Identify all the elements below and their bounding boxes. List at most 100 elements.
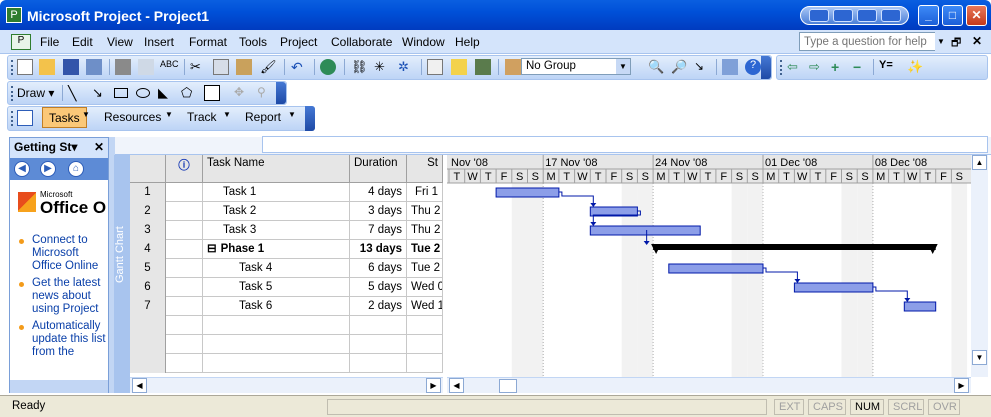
minimize-button[interactable]: _ (918, 5, 939, 26)
format-painter-icon[interactable]: 🖌 (260, 59, 277, 75)
close-doc-icon[interactable]: ✕ (972, 34, 982, 48)
menu-view[interactable]: View (107, 35, 133, 49)
duration-cell[interactable]: 5 days (350, 278, 407, 297)
toolbar-options-icon[interactable] (276, 82, 286, 104)
publish-icon[interactable] (505, 59, 521, 75)
table-row[interactable] (130, 316, 443, 335)
document-icon[interactable]: P (11, 34, 31, 50)
chevron-down-icon[interactable]: ▼ (223, 110, 231, 119)
split-task-icon[interactable]: ✲ (398, 59, 414, 75)
row-id[interactable]: 6 (130, 278, 166, 297)
hyperlink-icon[interactable] (320, 59, 336, 75)
start-cell[interactable] (407, 354, 443, 373)
pill-menu-icon[interactable] (833, 9, 853, 22)
resources-button[interactable]: Resources (98, 107, 167, 128)
line-icon[interactable]: ╲ (68, 85, 84, 101)
rectangle-icon[interactable] (114, 88, 128, 98)
collapse-icon[interactable]: ⊟ (207, 243, 217, 255)
copy-icon[interactable] (213, 59, 229, 75)
start-cell[interactable]: Fri 1 (407, 183, 443, 202)
row-id[interactable] (130, 354, 166, 373)
pill-pin-icon[interactable] (881, 9, 901, 22)
chevron-down-icon[interactable]: ▼ (165, 110, 173, 119)
scroll-right-icon[interactable]: ▶ (426, 378, 441, 393)
help-icon[interactable]: ? (745, 59, 761, 75)
chevron-down-icon[interactable]: ▼ (288, 110, 296, 119)
draw-menu-button[interactable]: Draw ▾ (17, 86, 54, 100)
row-id[interactable] (130, 316, 166, 335)
scroll-left-icon[interactable]: ◀ (132, 378, 147, 393)
row-id[interactable]: 5 (130, 259, 166, 278)
table-row[interactable]: 3 Task 37 days Thu 2 (130, 221, 443, 240)
menu-format[interactable]: Format (189, 35, 227, 49)
arc-icon[interactable]: ◣ (158, 85, 174, 101)
row-id[interactable]: 2 (130, 202, 166, 221)
task-name-cell[interactable]: Task 5 (203, 278, 350, 297)
duration-cell[interactable]: 3 days (350, 202, 407, 221)
oval-icon[interactable] (136, 88, 150, 98)
menu-project[interactable]: Project (280, 35, 317, 49)
indicator-cell[interactable] (166, 240, 203, 259)
menu-insert[interactable]: Insert (144, 35, 174, 49)
pane-title[interactable]: Getting St▾ ✕ (10, 138, 108, 158)
task-name-cell[interactable] (203, 354, 350, 373)
project-app-icon[interactable]: P (6, 7, 22, 23)
task-name-cell[interactable] (203, 316, 350, 335)
indicator-cell[interactable] (166, 316, 203, 335)
zoom-out-icon[interactable]: 🔎 (671, 59, 687, 75)
duration-cell[interactable]: 6 days (350, 259, 407, 278)
row-id[interactable]: 4 (130, 240, 166, 259)
close-button[interactable]: ✕ (966, 5, 987, 26)
nvidia-icon[interactable] (809, 9, 829, 22)
copy-picture-icon[interactable] (722, 59, 738, 75)
save-icon[interactable] (63, 59, 79, 75)
menu-file[interactable]: File (40, 35, 59, 49)
task-information-icon[interactable] (427, 59, 443, 75)
spelling-icon[interactable]: ABC (160, 59, 179, 75)
text-box-icon[interactable] (204, 85, 220, 101)
duration-cell[interactable] (350, 316, 407, 335)
task-notes-icon[interactable] (451, 59, 467, 75)
chevron-down-icon[interactable]: ▼ (935, 32, 947, 51)
pane-link[interactable]: Automatically update this list from the (16, 320, 108, 359)
table-row[interactable] (130, 354, 443, 373)
open-icon[interactable] (39, 59, 55, 75)
scroll-up-icon[interactable]: ▲ (972, 155, 987, 170)
start-cell[interactable]: Tue 2 (407, 240, 443, 259)
indicator-cell[interactable] (166, 259, 203, 278)
start-cell[interactable]: Wed 0 (407, 278, 443, 297)
scroll-left-icon[interactable]: ◀ (449, 378, 464, 393)
menu-window[interactable]: Window (402, 35, 445, 49)
task-name-cell[interactable]: ⊟ Phase 1 (203, 240, 350, 259)
indicator-cell[interactable] (166, 297, 203, 316)
row-id[interactable] (130, 335, 166, 354)
row-id[interactable]: 1 (130, 183, 166, 202)
duration-cell[interactable]: 2 days (350, 297, 407, 316)
indicator-cell[interactable] (166, 202, 203, 221)
task-name-cell[interactable]: Task 3 (203, 221, 350, 240)
scroll-down-icon[interactable]: ▼ (972, 350, 987, 365)
print-icon[interactable] (115, 59, 131, 75)
unlink-tasks-icon[interactable]: ✳ (374, 59, 390, 75)
table-row[interactable]: 6 Task 55 days Wed 0 (130, 278, 443, 297)
duration-cell[interactable]: 4 days (350, 183, 407, 202)
header-duration[interactable]: Duration (350, 155, 407, 183)
outdent-icon[interactable]: ⇦ (787, 59, 803, 75)
table-row[interactable] (130, 335, 443, 354)
pane-link[interactable]: Get the latest news about using Project (16, 277, 108, 316)
home-icon[interactable]: ⌂ (68, 161, 84, 177)
group-select[interactable]: No Group (521, 58, 631, 75)
print-preview-icon[interactable] (138, 59, 154, 75)
gantt-wizard-icon[interactable]: ✨ (907, 59, 923, 75)
filter-icon[interactable]: Y= (879, 59, 895, 75)
permission-icon[interactable] (86, 59, 102, 75)
header-start[interactable]: St (407, 155, 443, 183)
close-icon[interactable]: ✕ (94, 140, 104, 154)
chevron-down-icon[interactable]: ▼ (82, 110, 90, 119)
chevron-down-icon[interactable]: ▼ (616, 59, 630, 74)
toolbar-grip[interactable] (780, 60, 783, 75)
start-cell[interactable]: Wed 1 (407, 297, 443, 316)
duration-cell[interactable]: 13 days (350, 240, 407, 259)
select-all-header[interactable] (130, 155, 166, 183)
table-row[interactable]: 4 ⊟ Phase 1 13 days Tue 2 (130, 240, 443, 259)
